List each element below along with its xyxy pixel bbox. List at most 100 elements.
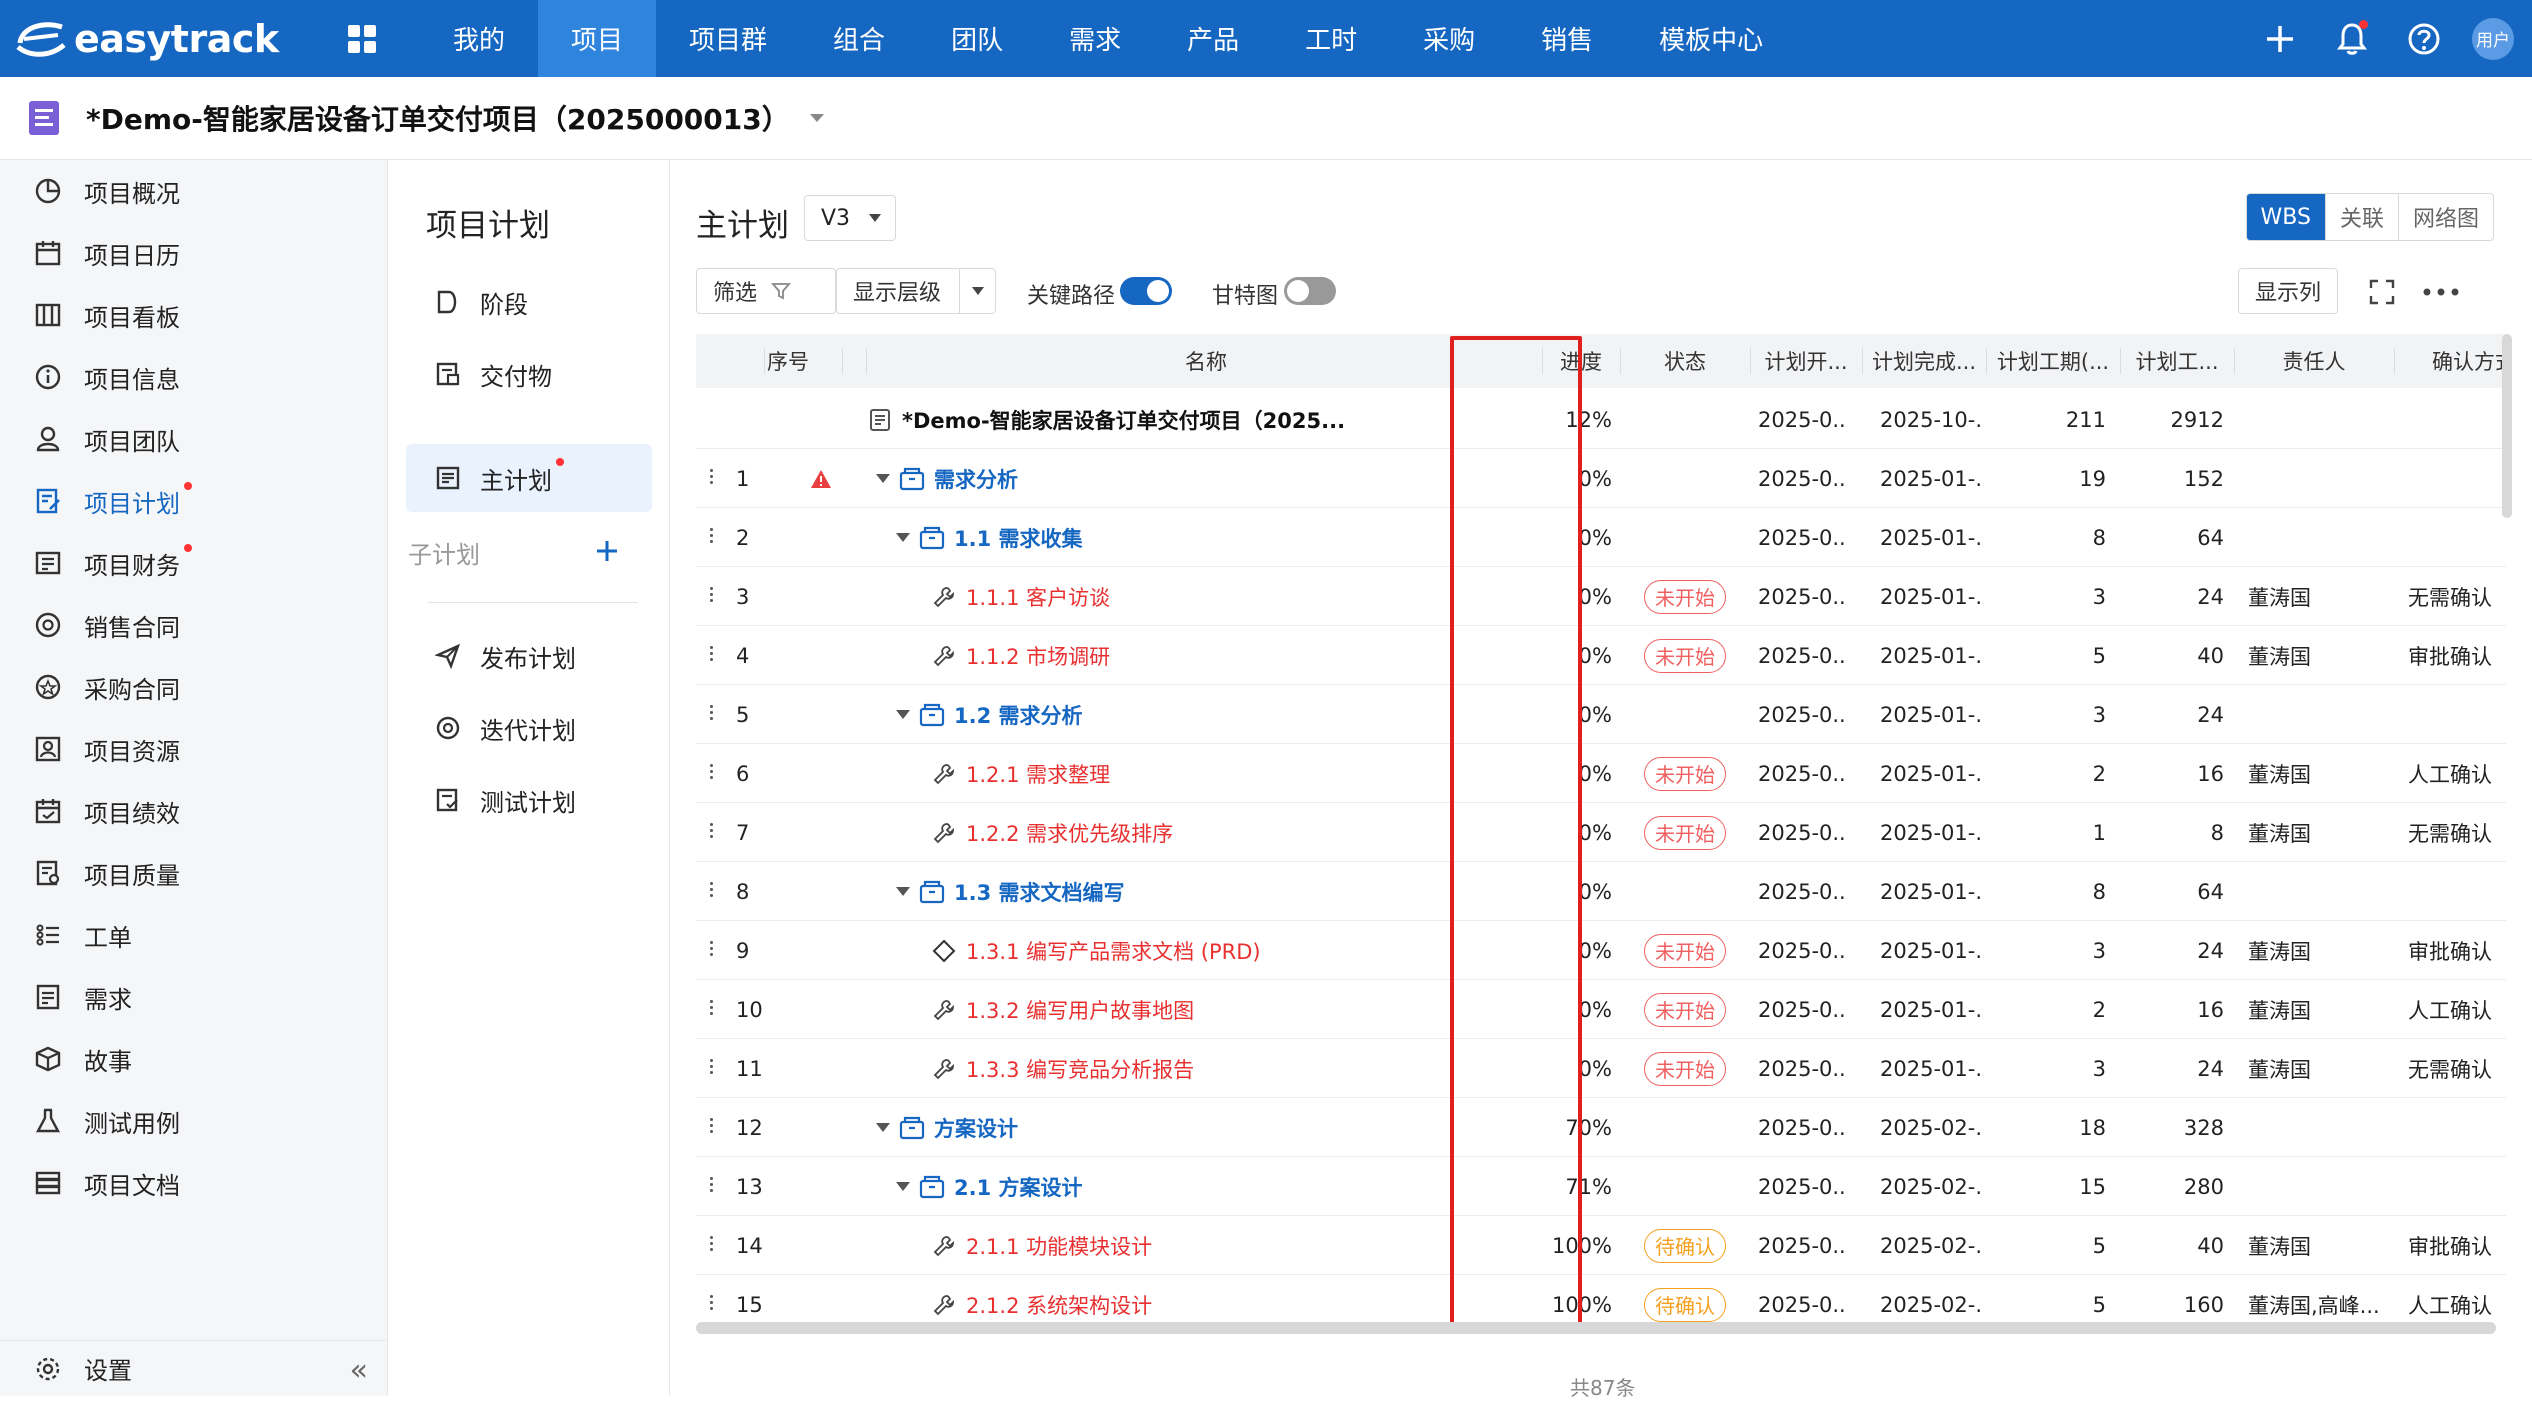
nav-item-sales[interactable]: 销售 [1508,0,1626,77]
table-row[interactable]: 12 方案设计 70% 2025-0.. 2025-02-.. 18 328 [696,1098,2506,1157]
drag-handle-icon[interactable] [710,528,714,548]
table-row[interactable]: 15 2.1.2 系统架构设计 100% 待确认 2025-0.. 2025-02-.. 5… [696,1275,2506,1324]
table-row[interactable]: 1 需求分析 0% 2025-0.. 2025-01-.. 19 152 [696,449,2506,508]
table-row[interactable]: 6 1.2.1 需求整理 0% 未开始 2025-0.. 2025-01-.. 2 16 董涛国… [696,744,2506,803]
sidebar-settings[interactable]: 设置 « [0,1340,388,1396]
nav-item-mine[interactable]: 我的 [420,0,538,77]
header-plan-start[interactable]: 计划开... [1750,334,1862,388]
subpanel-item-test-plan[interactable]: 测试计划 [406,766,652,834]
table-row[interactable]: 4 1.1.2 市场调研 0% 未开始 2025-0.. 2025-01-.. 5 40 董涛国… [696,626,2506,685]
chevron-down-icon[interactable] [808,112,826,124]
table-row[interactable]: 7 1.2.2 需求优先级排序 0% 未开始 2025-0.. 2025-01-.. 1 8 董… [696,803,2506,862]
table-row[interactable]: 2 1.1 需求收集 0% 2025-0.. 2025-01-.. 8 64 [696,508,2506,567]
nav-item-project[interactable]: 项目 [538,0,657,77]
task-name[interactable]: 需求分析 [934,464,1018,494]
task-name[interactable]: 1.1.1 客户访谈 [966,582,1110,612]
logo[interactable]: easytrack [0,17,290,61]
task-name[interactable]: 1.3 需求文档编写 [954,877,1125,907]
task-name[interactable]: 2.1.2 系统架构设计 [966,1290,1152,1320]
table-row[interactable]: 13 2.1 方案设计 71% 2025-0.. 2025-02-.. 15 280 [696,1157,2506,1216]
drag-handle-icon[interactable] [710,941,714,961]
drag-handle-icon[interactable] [710,646,714,666]
task-name[interactable]: 1.2.1 需求整理 [966,759,1110,789]
nav-item-team[interactable]: 团队 [918,0,1036,77]
sidebar-item-test-case[interactable]: 测试用例 [0,1090,388,1152]
header-name[interactable]: 名称 [870,334,1542,388]
task-name[interactable]: 1.2 需求分析 [954,700,1083,730]
drag-handle-icon[interactable] [710,1236,714,1256]
critical-path-toggle[interactable] [1120,277,1172,305]
header-owner[interactable]: 责任人 [2234,334,2394,388]
subpanel-item-master-plan[interactable]: 主计划 [406,444,652,512]
header-no[interactable]: 序号 [736,334,840,388]
sidebar-item-plan[interactable]: 项目计划 [0,470,388,532]
task-name[interactable]: *Demo-智能家居设备订单交付项目（2025... [902,405,1345,435]
expand-arrow-icon[interactable] [896,533,910,542]
add-subplan-icon[interactable] [592,534,622,568]
subpanel-item-phase[interactable]: 阶段 [406,268,652,336]
drag-handle-icon[interactable] [710,587,714,607]
drag-handle-icon[interactable] [710,882,714,902]
filter-button[interactable]: 筛选 [696,268,836,314]
task-name[interactable]: 方案设计 [934,1113,1018,1143]
cell-name[interactable]: 需求分析 [876,449,1542,508]
fullscreen-icon[interactable] [2364,274,2400,310]
cell-name[interactable]: 1.3 需求文档编写 [896,862,1542,921]
drag-handle-icon[interactable] [710,1000,714,1020]
drag-handle-icon[interactable] [710,705,714,725]
subpanel-item-release-plan[interactable]: 发布计划 [406,622,652,690]
header-confirm[interactable]: 确认方式 [2394,334,2506,388]
horizontal-scrollbar[interactable] [696,1322,2496,1334]
collapse-sidebar-icon[interactable]: « [350,1353,368,1388]
subpanel-item-deliverable[interactable]: 交付物 [406,340,652,408]
task-name[interactable]: 1.3.1 编写产品需求文档 (PRD) [966,936,1261,966]
cell-name[interactable]: 方案设计 [876,1098,1542,1157]
cell-name[interactable]: 1.1 需求收集 [896,508,1542,567]
sidebar-item-requirement[interactable]: 需求 [0,966,388,1028]
cell-name[interactable]: 1.2 需求分析 [896,685,1542,744]
sidebar-item-story[interactable]: 故事 [0,1028,388,1090]
header-status[interactable]: 状态 [1620,334,1750,388]
sidebar-item-finance[interactable]: 项目财务 [0,532,388,594]
table-row[interactable]: 11 1.3.3 编写竞品分析报告 0% 未开始 2025-0.. 2025-01-.. 3… [696,1039,2506,1098]
drag-handle-icon[interactable] [710,469,714,489]
view-wbs[interactable]: WBS [2246,194,2325,240]
sidebar-item-purchase-contract[interactable]: 采购合同 [0,656,388,718]
subpanel-item-iteration-plan[interactable]: 迭代计划 [406,694,652,762]
task-name[interactable]: 1.2.2 需求优先级排序 [966,818,1173,848]
drag-handle-icon[interactable] [710,1059,714,1079]
drag-handle-icon[interactable] [710,1118,714,1138]
sidebar-item-sales-contract[interactable]: 销售合同 [0,594,388,656]
nav-item-requirement[interactable]: 需求 [1036,0,1154,77]
sidebar-item-overview[interactable]: 项目概况 [0,160,388,222]
task-name[interactable]: 2.1.1 功能模块设计 [966,1231,1152,1261]
bell-icon[interactable] [2316,0,2388,77]
header-plan-hours[interactable]: 计划工... [2120,334,2234,388]
drag-handle-icon[interactable] [710,1177,714,1197]
table-row[interactable]: 5 1.2 需求分析 0% 2025-0.. 2025-01-.. 3 24 [696,685,2506,744]
nav-item-purchase[interactable]: 采购 [1390,0,1508,77]
view-network[interactable]: 网络图 [2397,194,2493,240]
cell-name[interactable]: *Demo-智能家居设备订单交付项目（2025... [866,390,1542,449]
header-plan-duration[interactable]: 计划工期(... [1986,334,2120,388]
sidebar-item-document[interactable]: 项目文档 [0,1152,388,1214]
table-row[interactable]: 10 1.3.2 编写用户故事地图 0% 未开始 2025-0.. 2025-01-.. 2… [696,980,2506,1039]
task-name[interactable]: 1.1.2 市场调研 [966,641,1110,671]
apps-grid-icon[interactable] [304,0,420,77]
nav-item-program[interactable]: 项目群 [656,0,800,77]
view-relation[interactable]: 关联 [2324,194,2398,240]
gantt-toggle[interactable] [1284,277,1336,305]
level-dropdown-icon[interactable] [959,269,995,313]
cell-name[interactable]: 2.1 方案设计 [896,1157,1542,1216]
table-row[interactable]: 3 1.1.1 客户访谈 0% 未开始 2025-0.. 2025-01-.. 3 24 董涛国… [696,567,2506,626]
drag-handle-icon[interactable] [710,823,714,843]
table-row[interactable]: 8 1.3 需求文档编写 0% 2025-0.. 2025-01-.. 8 64 [696,862,2506,921]
add-icon[interactable] [2244,0,2316,77]
columns-button[interactable]: 显示列 [2238,268,2338,314]
level-select[interactable]: 显示层级 [836,268,996,314]
sidebar-item-calendar[interactable]: 项目日历 [0,222,388,284]
avatar[interactable]: 用户 [2472,17,2514,60]
table-row[interactable]: *Demo-智能家居设备订单交付项目（2025... 12% 2025-0.. 202… [696,390,2506,449]
expand-arrow-icon[interactable] [876,474,890,483]
drag-handle-icon[interactable] [710,1295,714,1315]
